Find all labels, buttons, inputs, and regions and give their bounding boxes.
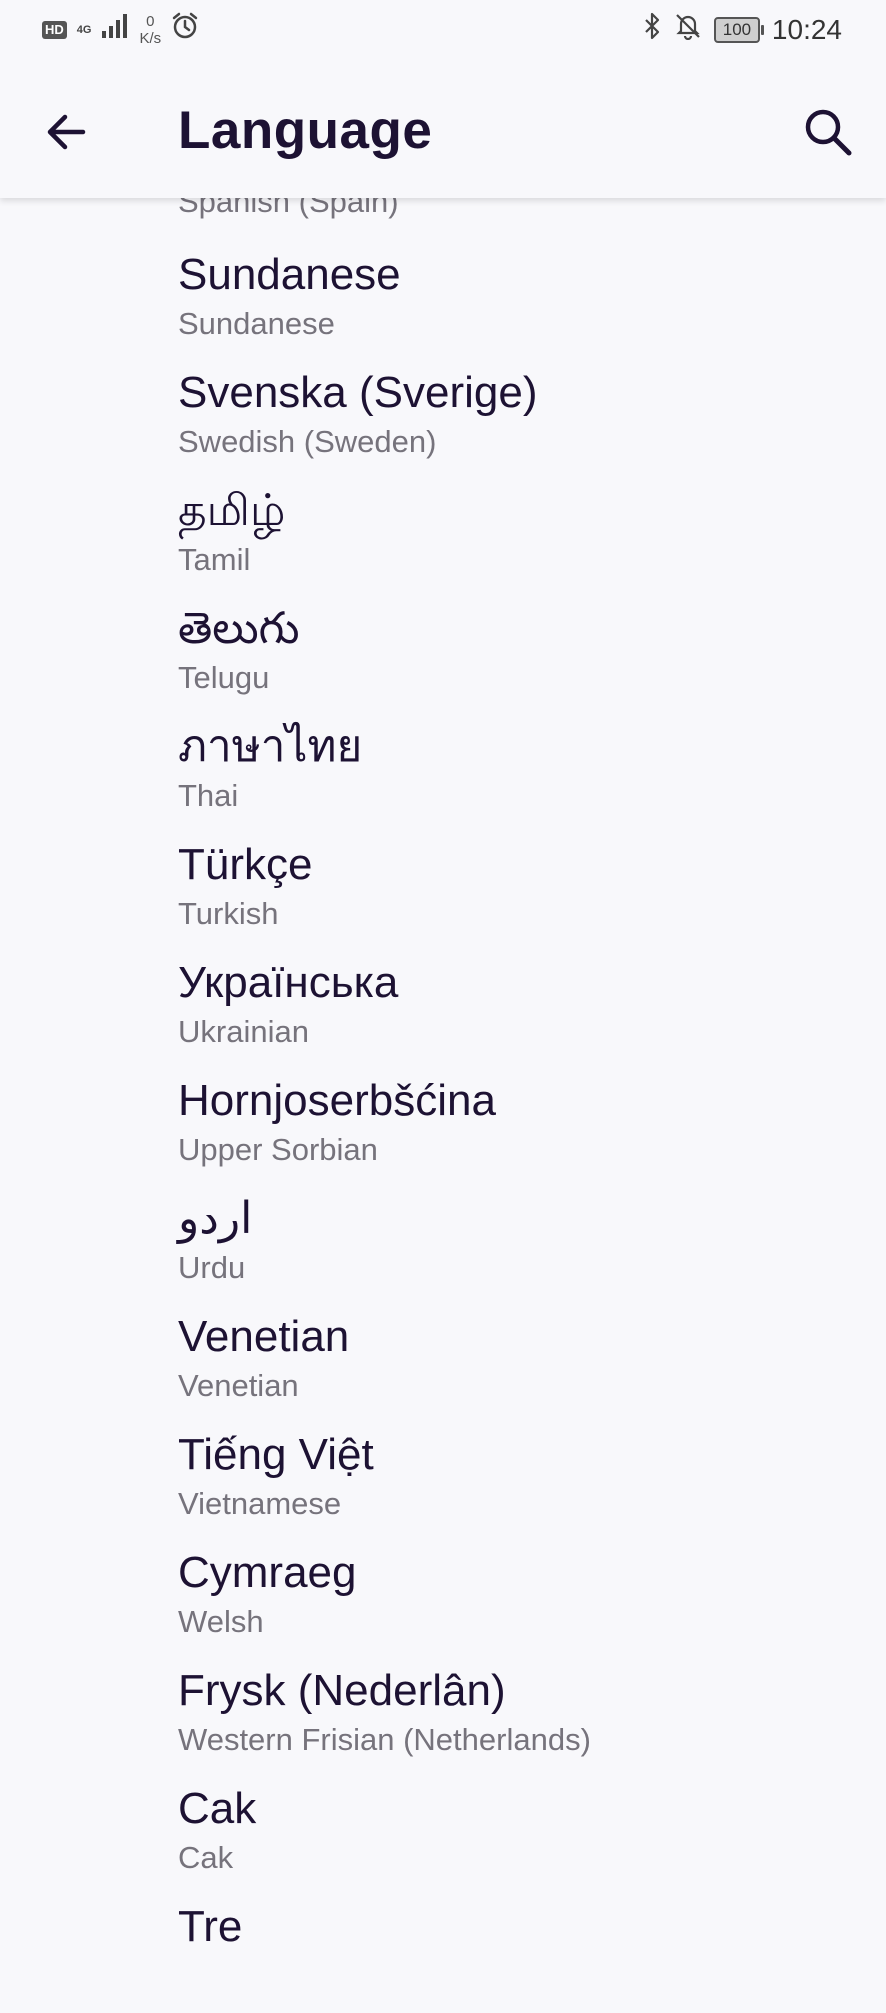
language-english-name: Turkish <box>178 896 279 931</box>
language-native-name: Hornjoserbšćina <box>178 1076 496 1125</box>
language-english-name: Swedish (Sweden) <box>178 424 437 459</box>
language-item[interactable]: Türkçe Turkish <box>0 833 886 951</box>
language-english-name: Sundanese <box>178 306 335 341</box>
language-item[interactable]: Svenska (Sverige) Swedish (Sweden) <box>0 361 886 479</box>
language-english-name: Upper Sorbian <box>178 1132 378 1167</box>
language-english-name: Ukrainian <box>178 1014 309 1049</box>
status-left: HD 4G 0 K/s <box>42 12 199 47</box>
language-english-name: Venetian <box>178 1368 299 1403</box>
bell-off-icon <box>674 12 702 47</box>
language-english-name: Vietnamese <box>178 1486 342 1521</box>
language-native-name: Venetian <box>178 1312 350 1361</box>
language-item[interactable]: Venetian Venetian <box>0 1305 886 1423</box>
bluetooth-icon <box>642 12 662 47</box>
language-item[interactable]: తెలుగు Telugu <box>0 597 886 715</box>
status-bar: HD 4G 0 K/s 100 10:24 <box>0 0 886 62</box>
search-button[interactable] <box>796 100 860 164</box>
alarm-icon <box>171 12 199 47</box>
language-native-name: Türkçe <box>178 840 313 889</box>
search-icon <box>805 109 852 156</box>
language-native-name: தமிழ் <box>178 486 286 535</box>
arrow-back-icon <box>47 114 86 150</box>
language-native-name: ภาษาไทย <box>178 722 363 771</box>
language-item[interactable]: Українська Ukrainian <box>0 951 886 1069</box>
language-item[interactable]: Hornjoserbšćina Upper Sorbian <box>0 1069 886 1187</box>
language-native-name: Frysk (Nederlân) <box>178 1666 506 1715</box>
language-native-name: اردو <box>178 1194 253 1243</box>
page-title: Language <box>178 101 433 160</box>
language-item[interactable]: தமிழ் Tamil <box>0 479 886 597</box>
language-item[interactable]: Sundanese Sundanese <box>0 243 886 361</box>
network-type: 4G <box>76 23 92 36</box>
speed-value: 0 <box>146 12 155 30</box>
language-native-name: Tre <box>178 1902 243 1951</box>
language-english-name: Thai <box>178 778 239 813</box>
language-item[interactable]: Cak Cak <box>0 1777 886 1895</box>
language-native-name: Svenska (Sverige) <box>178 368 538 417</box>
language-english-name: Urdu <box>178 1250 246 1285</box>
language-native-name: Sundanese <box>178 250 401 299</box>
language-english-name: Western Frisian (Netherlands) <box>178 1722 591 1757</box>
signal-icon <box>101 13 129 46</box>
language-item[interactable]: ภาษาไทย Thai <box>0 715 886 833</box>
language-english-name: Tamil <box>178 542 251 577</box>
language-item[interactable]: Tre <box>0 1895 886 2013</box>
language-english-name: Telugu <box>178 660 270 695</box>
language-item[interactable]: Tiếng Việt Vietnamese <box>0 1423 886 1541</box>
language-native-name: Cymraeg <box>178 1548 357 1597</box>
app-bar: Language <box>0 62 886 198</box>
language-list: Sundanese Sundanese Svenska (Sverige) Sw… <box>0 243 886 2013</box>
status-right: 100 10:24 <box>642 12 842 47</box>
back-button[interactable] <box>34 100 98 164</box>
language-item[interactable]: Frysk (Nederlân) Western Frisian (Nether… <box>0 1659 886 1777</box>
battery-icon: 100 <box>713 16 764 43</box>
speed-unit: K/s <box>139 29 162 47</box>
language-item[interactable]: Cymraeg Welsh <box>0 1541 886 1659</box>
network-speed: 0 K/s <box>139 13 161 47</box>
hd-icon: HD <box>42 20 67 39</box>
language-english-name: Cak <box>178 1840 234 1875</box>
language-english-name: Welsh <box>178 1604 264 1639</box>
language-native-name: తెలుగు <box>178 604 300 653</box>
language-item[interactable]: اردو Urdu <box>0 1187 886 1305</box>
clock: 10:24 <box>771 13 842 45</box>
language-native-name: Tiếng Việt <box>178 1430 374 1479</box>
language-native-name: Cak <box>178 1784 257 1833</box>
language-native-name: Українська <box>178 958 399 1007</box>
